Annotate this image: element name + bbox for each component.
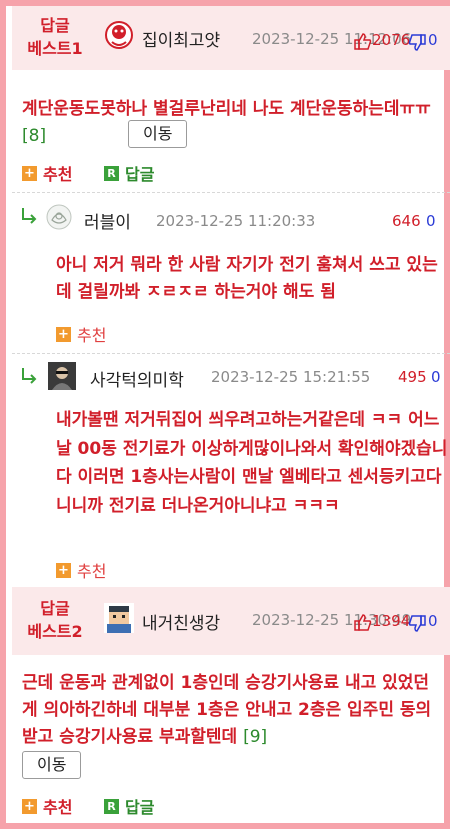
plus-icon: + (56, 562, 71, 578)
move-button[interactable]: 이동 (128, 120, 188, 148)
divider (12, 353, 450, 354)
divider (12, 192, 450, 193)
best-comment-header: 답글 베스트1 집이최고얏 2023-12-25 11:12:06 2076 0 (12, 6, 450, 70)
reply-r-icon: R (104, 165, 119, 181)
recommend-button[interactable]: + 추천 (22, 161, 72, 185)
move-button[interactable]: 이동 (22, 751, 82, 779)
recommend-label: 추천 (43, 798, 73, 817)
comment-list-frame: 답글 베스트1 집이최고얏 2023-12-25 11:12:06 2076 0… (0, 0, 450, 829)
downvote-count: 0 (428, 612, 438, 630)
recommend-label: 추천 (77, 562, 107, 581)
recommend-label: 추천 (43, 165, 73, 184)
reply-count: [8] (22, 126, 47, 146)
comment-text: 근데 운동과 관계없이 1층인데 승강기사용료 내고 있었던게 의아하긴하네 대… (22, 673, 432, 747)
recommend-label: 추천 (77, 326, 107, 345)
reply-button[interactable]: R 답글 (104, 794, 154, 818)
downvote-count: 0 (428, 31, 438, 49)
reply-r-icon: R (104, 798, 119, 814)
thumbs-up-icon[interactable] (354, 613, 372, 631)
plus-icon: + (22, 165, 37, 181)
plus-icon: + (56, 326, 71, 342)
thumbs-down-icon[interactable] (408, 615, 426, 633)
downvote-count: 0 (426, 212, 436, 230)
recommend-button[interactable]: + 추천 (22, 794, 72, 818)
username[interactable]: 러블이 (84, 208, 131, 233)
best-badge-line2: 베스트1 (27, 39, 83, 58)
comment-text: 계단운동도못하나 별걸루난리네 나도 계단운동하는데ㅠㅠ (22, 99, 431, 119)
reply-arrow-icon (22, 208, 37, 224)
comment-date: 2023-12-25 15:21:55 (211, 368, 371, 386)
best-badge-line1: 답글 (40, 16, 70, 35)
avatar-icon[interactable] (48, 362, 76, 390)
downvote-count: 0 (431, 368, 441, 386)
comment-text: 아니 저거 뭐라 한 사람 자기가 전기 훔쳐서 쓰고 있는데 걸릴까봐 ㅈㄹㅈ… (56, 255, 438, 302)
upvote-count: 646 (392, 212, 421, 230)
best-badge-line2: 베스트2 (27, 622, 83, 641)
recommend-button[interactable]: + 추천 (56, 558, 106, 582)
reply-arrow-icon (22, 368, 37, 384)
plus-icon: + (22, 798, 37, 814)
upvote-count: 2076 (372, 31, 411, 49)
username[interactable]: 내거친생강 (142, 609, 220, 634)
upvote-count: 1394 (372, 612, 411, 630)
reply-label: 답글 (125, 165, 155, 184)
avatar-icon[interactable] (104, 603, 134, 633)
comment-body: 계단운동도못하나 별걸루난리네 나도 계단운동하는데ㅠㅠ [8] (22, 96, 442, 150)
thumbs-down-icon[interactable] (408, 34, 426, 52)
username[interactable]: 사각턱의미학 (90, 366, 184, 391)
reply-button[interactable]: R 답글 (104, 161, 154, 185)
best-badge: 답글 베스트1 (22, 14, 88, 60)
comment-body: 근데 운동과 관계없이 1층인데 승강기사용료 내고 있었던게 의아하긴하네 대… (22, 670, 444, 751)
best-badge-line1: 답글 (40, 599, 70, 618)
recommend-button[interactable]: + 추천 (56, 322, 106, 346)
thumbs-up-icon[interactable] (354, 32, 372, 50)
reply-count: [9] (243, 727, 268, 747)
username[interactable]: 집이최고얏 (142, 26, 220, 51)
comment-date: 2023-12-25 11:20:33 (156, 212, 316, 230)
avatar-icon[interactable] (46, 204, 72, 230)
comment-text: 내가볼땐 저거뒤집어 씌우려고하는거같은데 ㅋㅋ 어느날 00동 전기료가 이상… (56, 410, 448, 516)
upvote-count: 495 (398, 368, 427, 386)
best-badge: 답글 베스트2 (22, 597, 88, 643)
avatar-icon[interactable] (104, 20, 134, 50)
best-comment-header: 답글 베스트2 내거친생강 2023-12-25 11:30:49 1394 0 (12, 587, 450, 655)
reply-label: 답글 (125, 798, 155, 817)
